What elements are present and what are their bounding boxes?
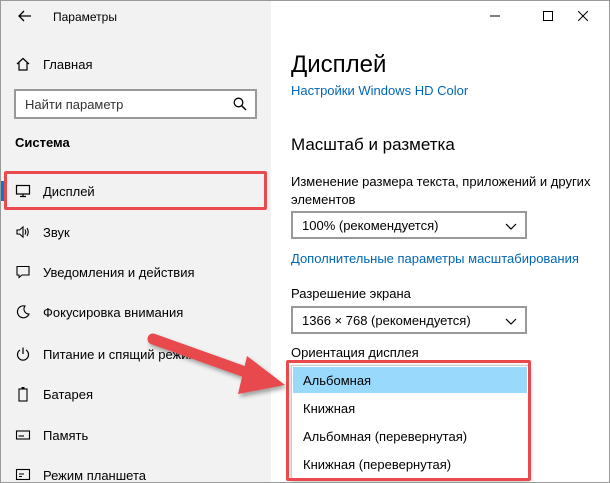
sidebar-item-label: Режим планшета <box>43 467 146 483</box>
battery-icon <box>15 386 31 402</box>
home-icon <box>15 56 31 72</box>
page-title: Дисплей <box>291 51 387 78</box>
minimize-icon <box>490 15 500 17</box>
sidebar-item-label: Уведомления и действия <box>43 264 195 280</box>
settings-window: Параметры Главная Найти параметр Система… <box>0 0 610 483</box>
close-button[interactable] <box>561 1 605 31</box>
resolution-value: 1366 × 768 (рекомендуется) <box>302 313 471 328</box>
scale-section-title: Масштаб и разметка <box>291 135 455 154</box>
sidebar-item-tablet[interactable]: Режим планшета <box>1 462 271 483</box>
highlight-frame-display <box>4 171 267 210</box>
close-icon <box>578 11 588 21</box>
notification-icon <box>15 264 31 280</box>
resolution-label: Разрешение экрана <box>291 286 411 301</box>
arrow-left-icon <box>18 10 31 22</box>
sidebar-item-power[interactable]: Питание и спящий режим <box>1 341 271 367</box>
resolution-dropdown[interactable]: 1366 × 768 (рекомендуется) <box>291 306 527 334</box>
storage-icon <box>15 427 31 443</box>
sidebar: Параметры Главная Найти параметр Система… <box>1 1 271 482</box>
power-icon <box>15 346 31 362</box>
sidebar-item-notifications[interactable]: Уведомления и действия <box>1 259 271 285</box>
speaker-icon <box>15 224 31 240</box>
home-label: Главная <box>43 56 93 72</box>
scale-label: Изменение размера текста, приложений и д… <box>291 174 591 207</box>
search-icon <box>233 97 247 116</box>
scale-dropdown[interactable]: 100% (рекомендуется) <box>291 211 527 239</box>
highlight-frame-orientation <box>286 360 531 481</box>
advanced-scaling-link[interactable]: Дополнительные параметры масштабирования <box>291 251 579 266</box>
home-link[interactable]: Главная <box>15 53 92 75</box>
search-placeholder: Найти параметр <box>25 97 124 112</box>
search-input[interactable]: Найти параметр <box>14 89 257 119</box>
sidebar-item-label: Фокусировка внимания <box>43 304 184 320</box>
sidebar-item-label: Память <box>43 427 89 443</box>
sidebar-item-label: Питание и спящий режим <box>43 346 198 362</box>
sidebar-item-storage[interactable]: Память <box>1 422 271 448</box>
tablet-icon <box>15 467 31 482</box>
scale-value: 100% (рекомендуется) <box>302 218 439 233</box>
back-button[interactable] <box>13 5 37 27</box>
minimize-button[interactable] <box>473 1 517 31</box>
sidebar-item-focus[interactable]: Фокусировка внимания <box>1 299 271 325</box>
sidebar-item-battery[interactable]: Батарея <box>1 381 271 407</box>
window-title: Параметры <box>53 10 117 24</box>
chevron-down-icon <box>505 314 517 332</box>
moon-icon <box>15 304 31 320</box>
sidebar-item-sound[interactable]: Звук <box>1 219 271 245</box>
hd-color-link[interactable]: Настройки Windows HD Color <box>291 83 468 98</box>
chevron-down-icon <box>505 219 517 237</box>
sidebar-item-label: Звук <box>43 224 70 240</box>
maximize-icon <box>543 11 553 21</box>
section-title: Система <box>15 135 70 150</box>
sidebar-item-label: Батарея <box>43 386 94 402</box>
